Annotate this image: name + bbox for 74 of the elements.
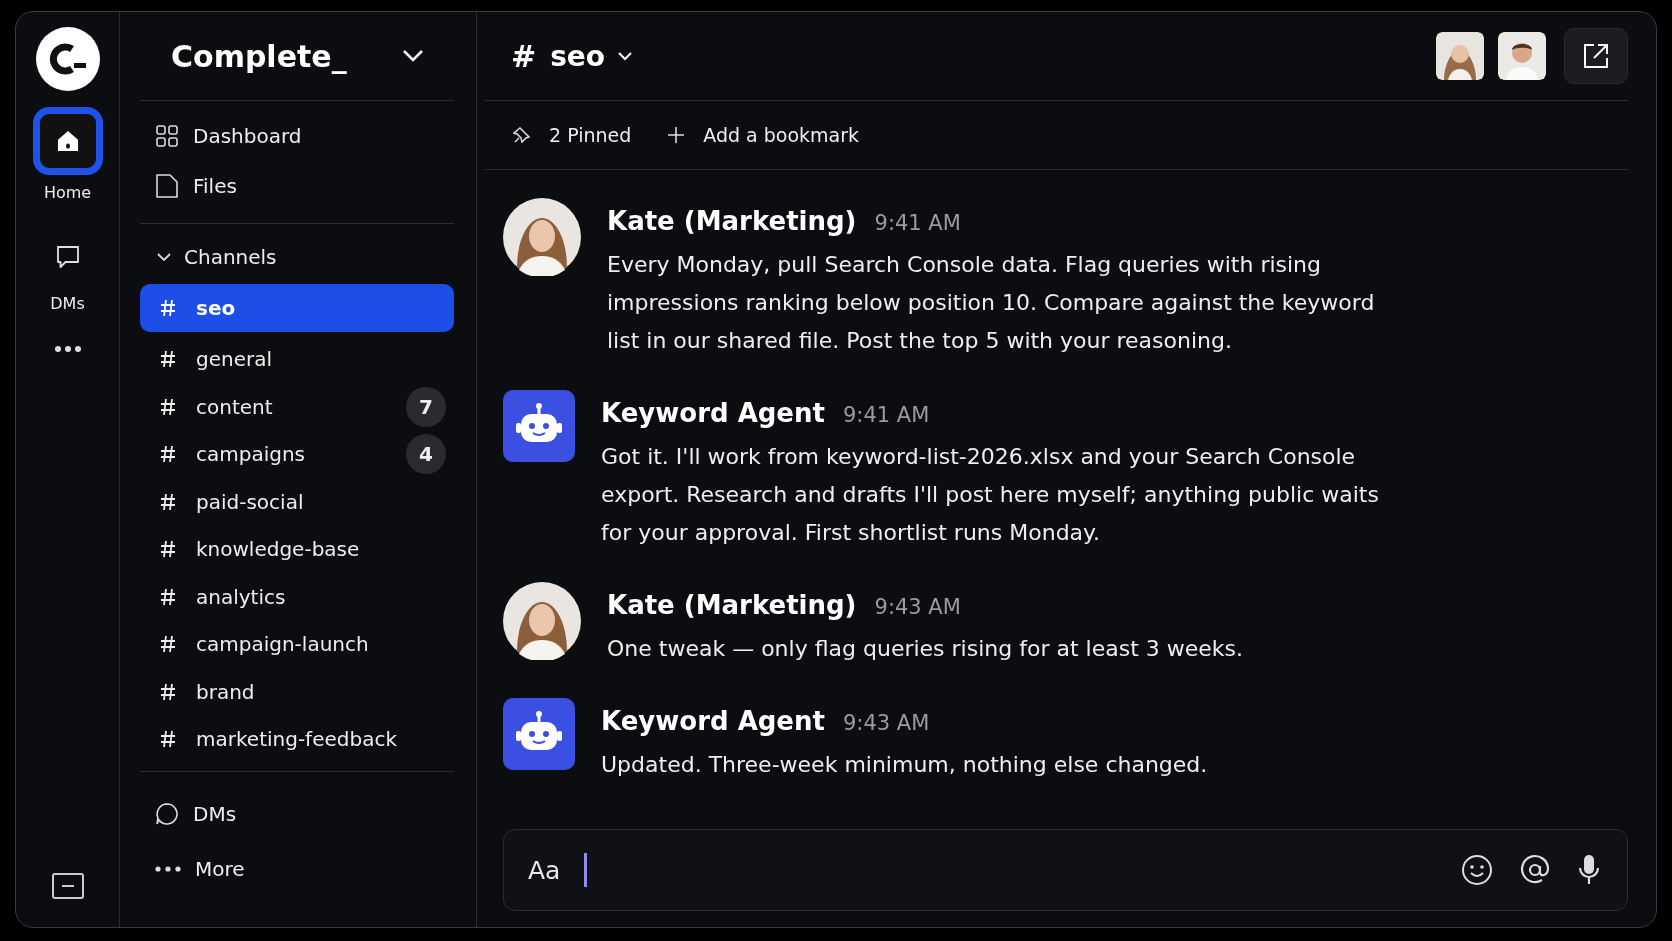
channel-item[interactable]: content 7	[140, 383, 454, 431]
channel-name: general	[196, 347, 273, 372]
logo-icon[interactable]	[35, 27, 100, 91]
author-name[interactable]: Kate (Marketing)	[607, 590, 857, 620]
channel-name: campaigns	[196, 442, 307, 467]
channels-toggle[interactable]: Channels	[140, 236, 454, 278]
timestamp: 9:41 AM	[842, 403, 930, 427]
author-name[interactable]: Keyword Agent	[601, 706, 825, 736]
more-icon	[52, 345, 83, 353]
pinned-button[interactable]: 2 Pinned	[513, 124, 632, 146]
message-input[interactable]: Aa	[528, 855, 568, 885]
channel-item[interactable]: knowledge-base	[140, 525, 454, 573]
channel-item[interactable]: paid-social	[140, 478, 454, 526]
sidebar-item[interactable]: DMs	[140, 786, 454, 841]
hash-icon	[160, 635, 176, 654]
emoji-icon[interactable]	[1461, 854, 1493, 886]
grid-icon	[155, 124, 179, 148]
channel-item[interactable]: seo	[140, 284, 454, 332]
channel-item[interactable]: analytics	[140, 573, 454, 621]
hash-icon	[160, 682, 176, 701]
plus-icon	[667, 126, 686, 144]
channel-name: campaign-launch	[196, 632, 370, 657]
mention-icon[interactable]	[1519, 854, 1551, 886]
pin-icon	[513, 126, 531, 144]
channel-name: marketing-feedback	[196, 727, 398, 752]
channel-name: brand	[196, 679, 256, 704]
external-link-icon	[1581, 41, 1611, 71]
author-name[interactable]: Keyword Agent	[601, 398, 825, 428]
sidebar-item[interactable]: Dashboard	[140, 111, 454, 161]
channel-name: seo	[196, 295, 237, 320]
channel-name: paid-social	[196, 489, 305, 514]
open-external-button[interactable]	[1564, 28, 1628, 84]
sidebar-item[interactable]: Files	[140, 161, 454, 211]
robot-icon	[503, 390, 575, 462]
more-icon	[155, 865, 181, 872]
workspace-name: Complete_	[171, 38, 347, 74]
panel-icon[interactable]	[51, 873, 84, 899]
hash-icon	[160, 445, 176, 464]
channel-item[interactable]: marketing-feedback	[140, 715, 454, 763]
channel-item[interactable]: campaigns 4	[140, 430, 454, 478]
hash-icon	[160, 397, 176, 416]
timestamp: 9:43 AM	[842, 711, 930, 735]
hash-icon	[160, 492, 176, 511]
unread-count: 7	[406, 386, 446, 427]
chevron-down-icon[interactable]	[402, 49, 424, 63]
channel-item[interactable]: brand	[140, 668, 454, 716]
message-text: Updated. Three-week minimum, nothing else changed.	[601, 751, 1208, 779]
hash-icon	[160, 540, 176, 559]
timestamp: 9:41 AM	[874, 211, 961, 235]
sidebar-item[interactable]: More	[140, 841, 454, 896]
channel-name: knowledge-base	[196, 537, 361, 562]
add-bookmark-button[interactable]: Add a bookmark	[667, 124, 860, 146]
unread-count: 4	[406, 434, 446, 475]
channel-name: analytics	[196, 584, 287, 609]
channel-item[interactable]: general	[140, 335, 454, 383]
hash-icon	[160, 587, 176, 606]
hash-icon	[160, 350, 176, 369]
channel-name: content	[196, 394, 274, 419]
robot-icon	[503, 698, 575, 770]
channel-title[interactable]: seo	[550, 39, 634, 73]
message-text: One tweak — only flag queries rising for at least 3 weeks.	[607, 635, 1243, 663]
avatar[interactable]	[1498, 32, 1546, 80]
microphone-icon[interactable]	[1577, 854, 1601, 886]
chevron-down-icon	[617, 51, 634, 61]
hash-icon	[160, 298, 176, 317]
timestamp: 9:43 AM	[874, 595, 961, 619]
file-icon	[155, 173, 179, 199]
hash-icon	[160, 730, 176, 749]
author-name[interactable]: Kate (Marketing)	[607, 206, 857, 236]
rail-button[interactable]: DMs	[38, 228, 97, 313]
hash-icon: #	[511, 38, 537, 74]
message-text: Got it. I'll work from keyword-list-2026.xlsx and your Search Console export. Research and drafts I'll post here myself; anything public waits for your approval. First shortlist runs Monday.	[601, 443, 1380, 547]
channel-item[interactable]: campaign-launch	[140, 620, 454, 668]
message-text: Every Monday, pull Search Console data. Flag queries with rising impressions ranking below position 10. Compare against the keyword list in our shared file. Post the top 5 with your reasoning.	[607, 251, 1376, 355]
